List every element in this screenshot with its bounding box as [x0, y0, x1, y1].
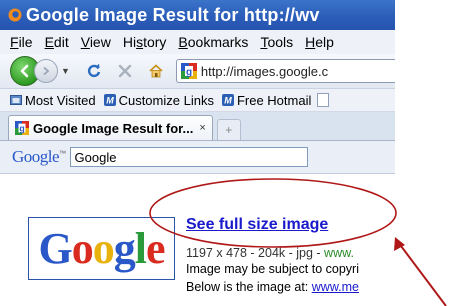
address-bar[interactable]: g http://images.google.c [175, 59, 395, 83]
svg-text:M: M [224, 96, 232, 106]
svg-text:g: g [19, 124, 24, 134]
page-content: Google™ Google See full size image 1197 … [0, 141, 395, 306]
history-dropdown-icon[interactable]: ▼ [61, 66, 70, 76]
google-logo-thumbnail: Google [38, 224, 166, 273]
source-line: Below is the image at: www.me [186, 280, 359, 294]
menu-help[interactable]: Help [305, 34, 334, 50]
firefox-icon [8, 8, 22, 22]
svg-text:M: M [106, 96, 114, 106]
most-visited-icon [10, 95, 22, 105]
bookmarks-toolbar: Most Visited M Customize Links M Free Ho… [0, 89, 395, 112]
google-header-logo[interactable]: Google™ [12, 147, 66, 167]
url-text: http://images.google.c [200, 63, 329, 79]
copyright-notice: Image may be subject to copyri [186, 262, 359, 276]
menu-history[interactable]: History [123, 34, 167, 50]
msn-icon: M [103, 94, 116, 106]
pointer-arrowhead [394, 237, 405, 251]
menu-file[interactable]: File [10, 34, 33, 50]
menu-edit[interactable]: Edit [45, 34, 69, 50]
image-meta: 1197 x 478 - 204k - jpg - www. [186, 246, 354, 260]
bookmark-most-visited[interactable]: Most Visited [10, 93, 96, 108]
home-icon[interactable] [148, 63, 164, 79]
svg-text:g: g [186, 67, 192, 78]
close-tab-icon[interactable]: × [199, 122, 205, 134]
browser-window: Google Image Result for http://wv File E… [0, 0, 395, 306]
title-bar: Google Image Result for http://wv [0, 0, 395, 30]
arrow-right-icon [43, 66, 50, 76]
pointer-arrow [397, 241, 447, 306]
tab-strip: g Google Image Result for... × + [0, 112, 395, 141]
image-thumbnail[interactable]: Google [28, 217, 175, 280]
menu-bookmarks[interactable]: Bookmarks [178, 34, 248, 50]
stop-icon[interactable] [118, 64, 132, 78]
bookmark-customize-links[interactable]: M Customize Links [103, 93, 214, 108]
see-full-size-image-link[interactable]: See full size image [186, 216, 328, 234]
navigation-toolbar: ▼ g http://images.google.c [0, 54, 395, 89]
google-favicon-icon: g [15, 121, 29, 135]
menu-tools[interactable]: Tools [260, 34, 293, 50]
plus-icon: + [225, 123, 233, 137]
google-favicon-icon: g [180, 63, 197, 79]
bookmark-free-hotmail[interactable]: M Free Hotmail [221, 93, 311, 108]
window-title: Google Image Result for http://wv [26, 4, 320, 25]
tab-google-image-result[interactable]: g Google Image Result for... × [8, 115, 213, 140]
google-image-header: Google™ [0, 141, 395, 174]
tab-label: Google Image Result for... [33, 120, 194, 136]
image-domain[interactable]: www. [324, 246, 354, 260]
menu-bar: File Edit View History Bookmarks Tools H… [0, 30, 395, 55]
reload-icon[interactable] [86, 63, 102, 79]
msn-icon: M [221, 94, 234, 106]
forward-button[interactable] [34, 59, 58, 83]
menu-view[interactable]: View [81, 34, 111, 50]
arrow-left-icon [20, 64, 29, 78]
search-input[interactable] [69, 147, 308, 167]
source-page-link[interactable]: www.me [312, 280, 359, 294]
page-icon[interactable] [317, 93, 330, 107]
new-tab-button[interactable]: + [216, 119, 241, 140]
